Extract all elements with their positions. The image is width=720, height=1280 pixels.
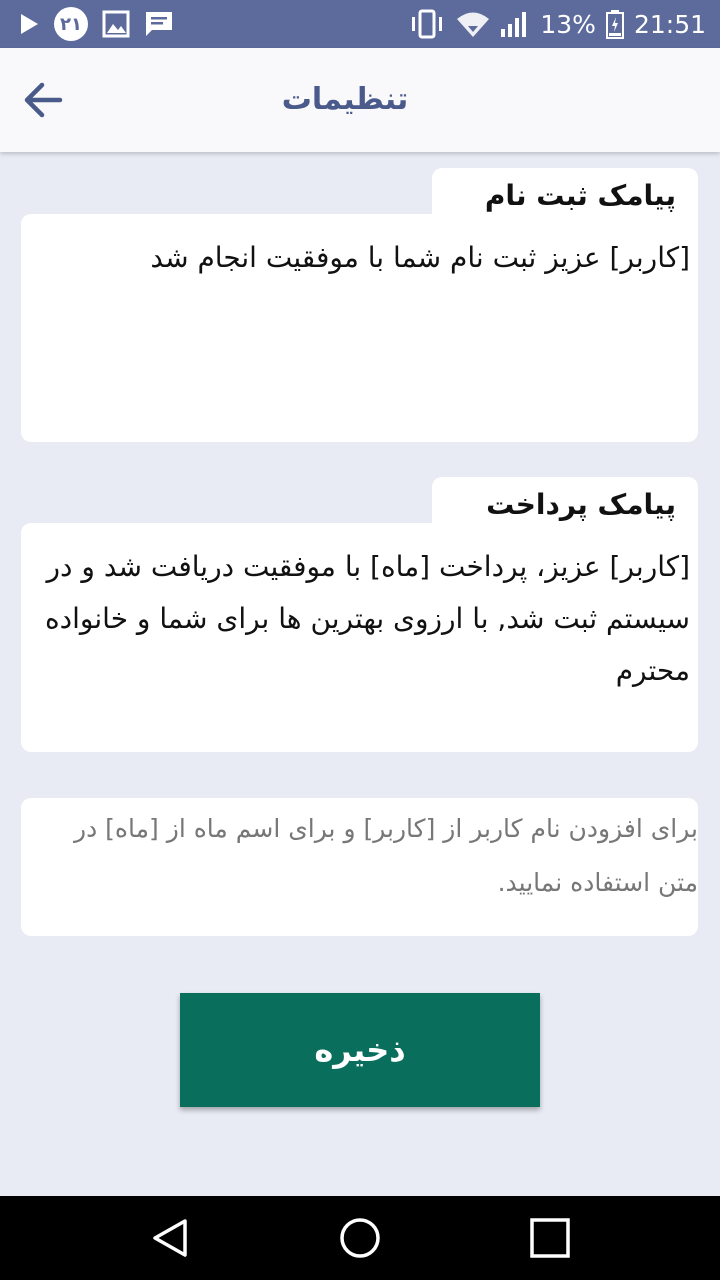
nav-back-button[interactable] [148, 1216, 192, 1260]
vibrate-icon [412, 9, 443, 39]
wifi-icon [457, 12, 490, 37]
triangle-back-icon [153, 1219, 187, 1257]
notification-badge: ۲۱ [54, 7, 88, 41]
circle-home-icon [340, 1218, 380, 1258]
registration-sms-text[interactable]: [کاربر] عزیز ثبت نام شما با موفقیت انجام… [21, 214, 698, 284]
battery-icon [605, 10, 624, 39]
image-icon [102, 10, 130, 38]
payment-sms-field[interactable]: [کاربر] عزیز، پرداخت [ماه] با موفقیت دری… [21, 523, 698, 752]
registration-sms-field[interactable]: [کاربر] عزیز ثبت نام شما با موفقیت انجام… [21, 214, 698, 442]
clock: 21:51 [633, 9, 706, 39]
message-icon [146, 12, 172, 36]
play-icon [21, 14, 38, 34]
payment-sms-text[interactable]: [کاربر] عزیز، پرداخت [ماه] با موفقیت دری… [21, 523, 698, 697]
nav-home-button[interactable] [338, 1216, 382, 1260]
battery-percent: 13% [540, 9, 596, 39]
navigation-bar [0, 1196, 720, 1280]
page-title: تنظیمات [281, 82, 409, 117]
hint-box: برای افزودن نام کاربر از [کاربر] و برای … [21, 798, 698, 936]
hint-text: برای افزودن نام کاربر از [کاربر] و برای … [74, 814, 698, 897]
nav-recents-button[interactable] [528, 1216, 572, 1260]
status-bar: ۲۱ 13% 21:51 [0, 0, 720, 48]
save-button[interactable]: ذخیره [180, 993, 540, 1107]
signal-icon [501, 12, 527, 37]
app-bar: تنظیمات [0, 48, 720, 152]
square-recents-icon [530, 1218, 570, 1258]
